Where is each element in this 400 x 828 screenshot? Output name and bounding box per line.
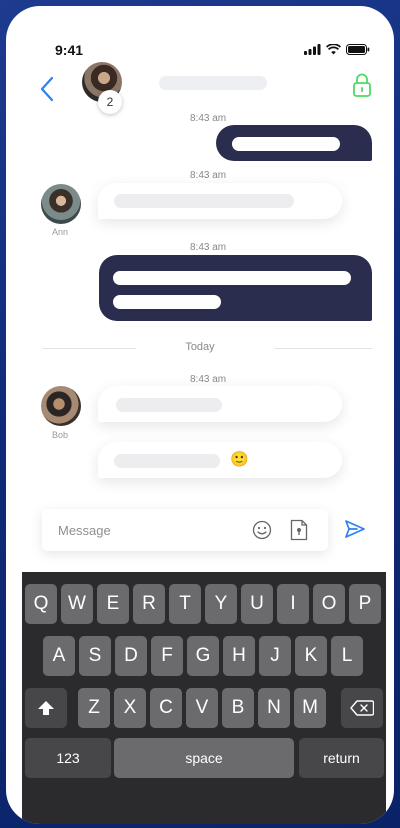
message-text-placeholder [114,454,220,468]
incoming-message-bubble[interactable] [98,386,342,422]
backspace-icon [350,700,374,716]
phone-screen: 9:41 2 8:43 am 8:43 am Ann 8:43 am Today… [6,6,394,824]
battery-icon [346,44,370,55]
key-b[interactable]: B [222,688,254,728]
key-r[interactable]: R [133,584,165,624]
backspace-key[interactable] [341,688,383,728]
divider-line-right [274,348,372,349]
keyboard: QWERTYUIOP ASDFGHJKL ZXCVBNM 123 space r… [22,572,386,824]
key-o[interactable]: O [313,584,345,624]
smile-emoji: 🙂 [230,451,249,468]
status-bar: 9:41 [6,6,394,66]
sender-name: Bob [52,430,69,440]
send-icon[interactable] [344,518,366,540]
day-separator: Today [185,341,215,353]
message-placeholder: Message [58,523,111,538]
key-d[interactable]: D [115,636,147,676]
message-text-placeholder [232,137,340,151]
key-v[interactable]: V [186,688,218,728]
avatar-bob[interactable] [41,386,81,426]
lock-icon[interactable] [352,72,372,98]
message-input[interactable]: Message [42,509,328,551]
key-j[interactable]: J [259,636,291,676]
member-count-badge: 2 [98,90,122,114]
message-timestamp: 8:43 am [190,374,227,385]
message-text-placeholder [116,398,222,412]
attachment-icon[interactable] [290,519,308,541]
wifi-icon [326,44,341,55]
key-w[interactable]: W [61,584,93,624]
return-key[interactable]: return [299,738,384,778]
message-text-placeholder [114,194,294,208]
outgoing-message-bubble[interactable] [216,125,372,161]
key-y[interactable]: Y [205,584,237,624]
key-h[interactable]: H [223,636,255,676]
avatar-ann[interactable] [41,184,81,224]
key-m[interactable]: M [294,688,326,728]
shift-key[interactable] [25,688,67,728]
message-timestamp: 8:43 am [190,242,227,253]
key-c[interactable]: C [150,688,182,728]
key-u[interactable]: U [241,584,273,624]
status-time: 9:41 [55,42,84,58]
outgoing-message-bubble[interactable] [99,255,372,321]
shift-arrow-icon [38,701,54,715]
key-i[interactable]: I [277,584,309,624]
space-key[interactable]: space [114,738,294,778]
key-x[interactable]: X [114,688,146,728]
emoji-icon[interactable] [252,520,272,540]
incoming-message-bubble[interactable] [98,183,342,219]
chat-title-placeholder [159,76,267,90]
numbers-key[interactable]: 123 [25,738,111,778]
sender-name: Ann [52,227,69,237]
message-timestamp: 8:43 am [190,170,227,181]
key-z[interactable]: Z [78,688,110,728]
message-text-placeholder [113,295,221,309]
key-f[interactable]: F [151,636,183,676]
key-n[interactable]: N [258,688,290,728]
key-s[interactable]: S [79,636,111,676]
key-a[interactable]: A [43,636,75,676]
key-k[interactable]: K [295,636,327,676]
key-g[interactable]: G [187,636,219,676]
key-t[interactable]: T [169,584,201,624]
signal-icon [304,44,321,55]
status-icons [304,44,370,55]
incoming-message-bubble[interactable]: 🙂 [98,442,342,478]
back-chevron-icon[interactable] [36,74,58,104]
key-e[interactable]: E [97,584,129,624]
message-timestamp: 8:43 am [190,113,227,124]
key-l[interactable]: L [331,636,363,676]
key-p[interactable]: P [349,584,381,624]
key-q[interactable]: Q [25,584,57,624]
message-text-placeholder [113,271,351,285]
